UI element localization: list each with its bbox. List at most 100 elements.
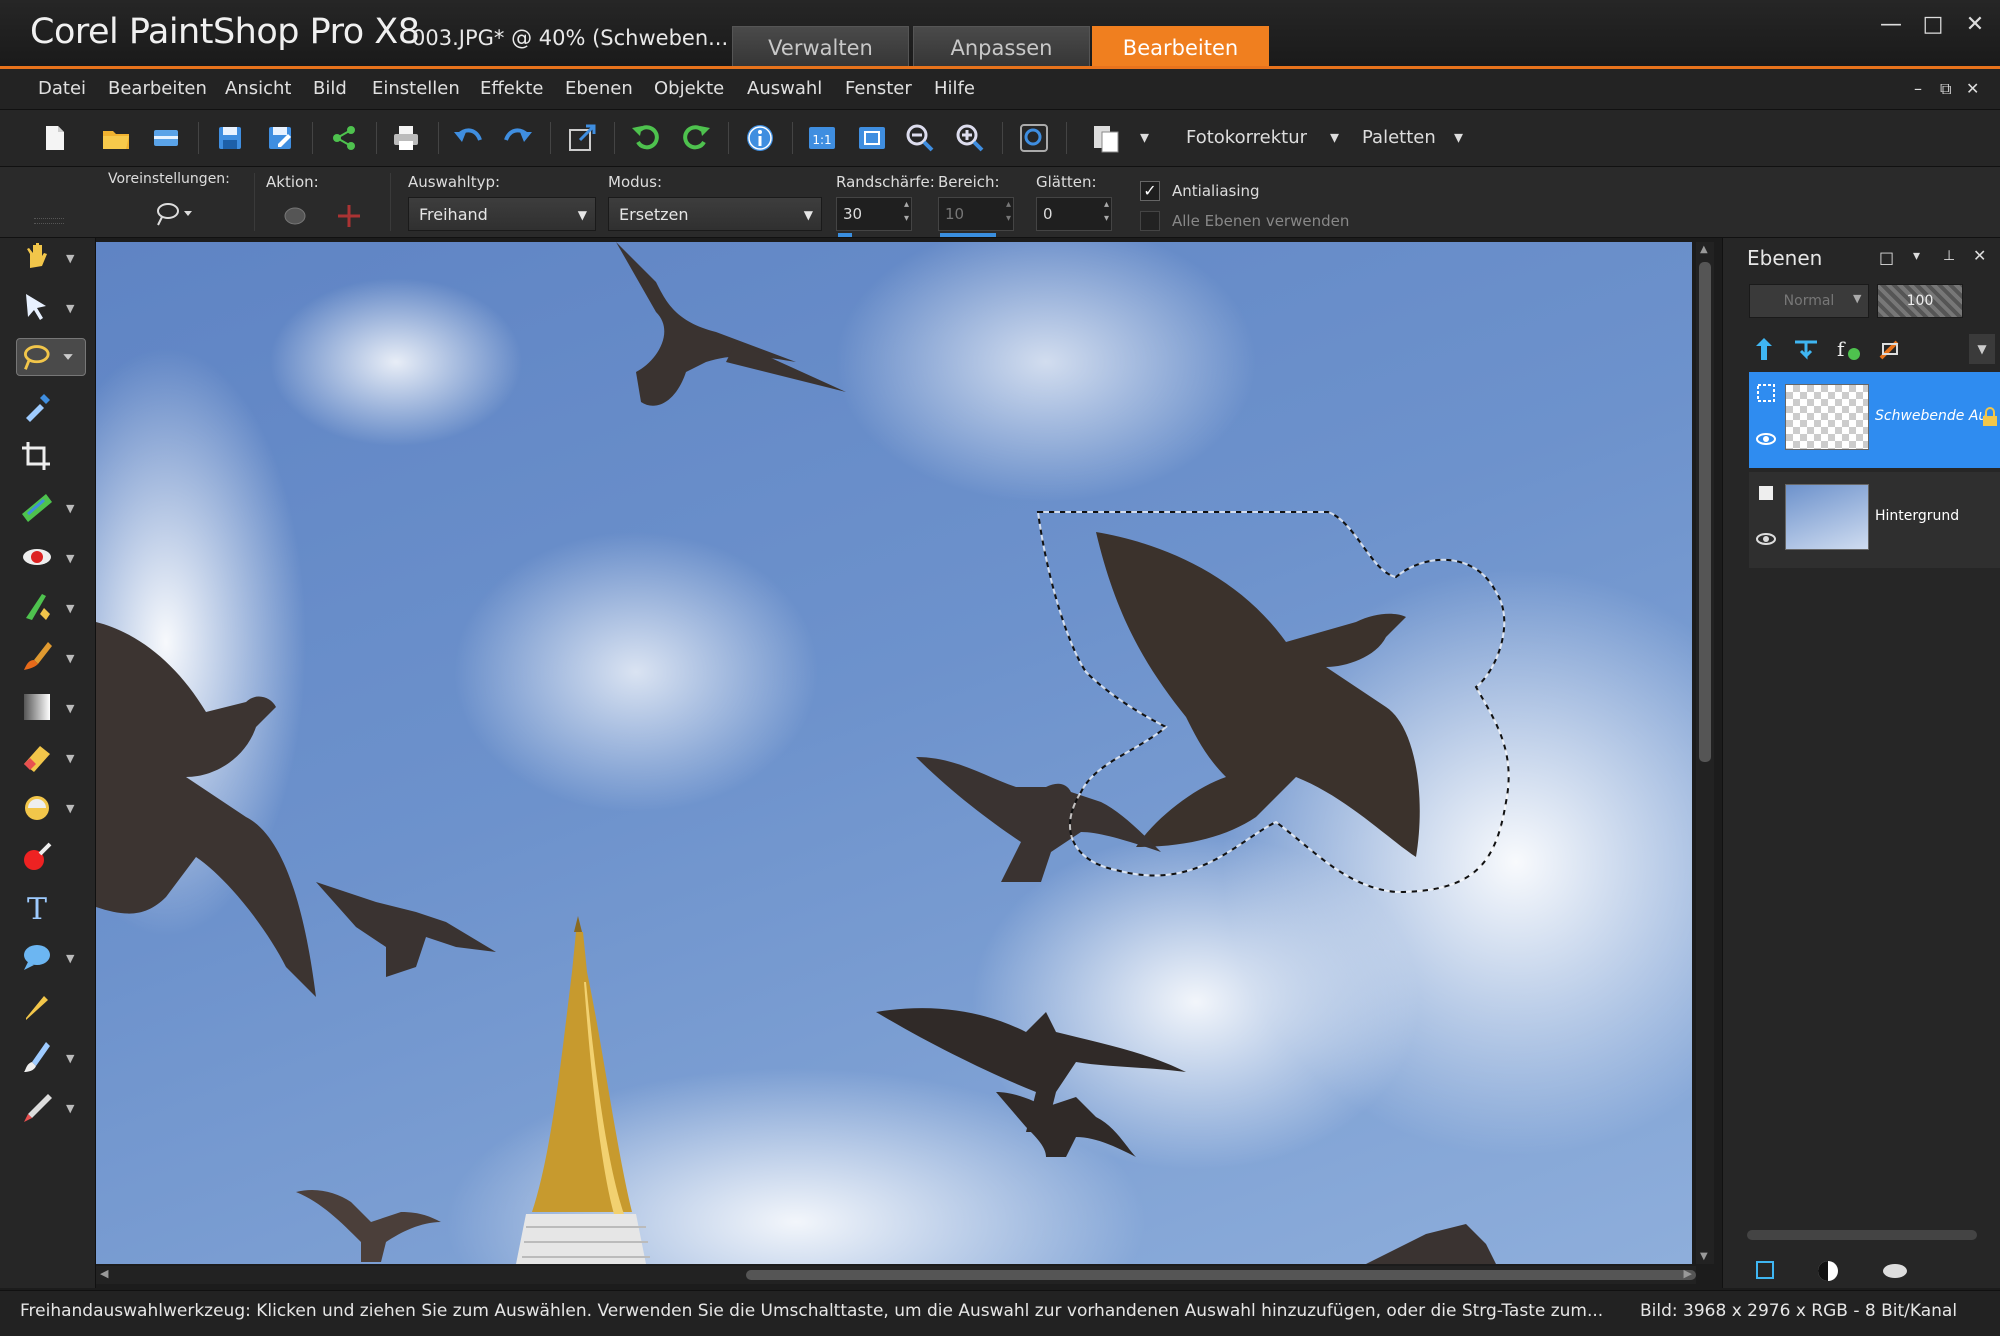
horizontal-scrollbar[interactable]: ◀ ▶	[96, 1266, 1696, 1284]
eye-icon[interactable]	[1755, 528, 1777, 550]
range-spinbox[interactable]: 10 ▴ ▾	[938, 197, 1014, 231]
chevron-down-icon[interactable]: ▼	[66, 802, 74, 815]
straighten-tool-icon[interactable]	[18, 488, 56, 526]
chevron-down-icon[interactable]: ▼	[66, 602, 74, 615]
art-media-tool-icon[interactable]	[18, 1088, 56, 1126]
panel-menu-icon[interactable]: ▾	[1913, 248, 1920, 264]
rotate-right-icon[interactable]	[680, 122, 712, 154]
redo-icon[interactable]	[502, 122, 534, 154]
chevron-down-icon[interactable]: ▼	[66, 552, 74, 565]
chevron-down-icon[interactable]: ▼	[66, 1102, 74, 1115]
menu-einstellen[interactable]: Einstellen	[372, 78, 460, 99]
fotokorrektur-button[interactable]: Fotokorrektur	[1186, 127, 1307, 148]
fotokorrektur-dropdown-arrow[interactable]: ▾	[1330, 127, 1339, 148]
menu-ansicht[interactable]: Ansicht	[225, 78, 291, 99]
scroll-right-icon[interactable]: ▶	[1684, 1267, 1692, 1280]
image-canvas[interactable]	[96, 242, 1692, 1264]
zoom-out-icon[interactable]	[904, 122, 936, 154]
pen-tool-icon[interactable]	[18, 988, 56, 1026]
layer-row-floating[interactable]: Schwebende Auswahl	[1749, 372, 2000, 468]
feather-slider-fill[interactable]	[838, 233, 852, 237]
new-file-icon[interactable]	[38, 122, 70, 154]
opacity-slider[interactable]: 100	[1877, 284, 1963, 318]
menu-bearbeiten[interactable]: Bearbeiten	[108, 78, 207, 99]
dodge-tool-icon[interactable]	[18, 788, 56, 826]
chevron-down-icon[interactable]: ▼	[66, 952, 74, 965]
zoom-settings-icon[interactable]	[1018, 122, 1050, 154]
save-as-icon[interactable]	[264, 122, 296, 154]
info-icon[interactable]	[744, 122, 776, 154]
print-icon[interactable]	[390, 122, 422, 154]
scroll-down-icon[interactable]: ▼	[1700, 1251, 1708, 1262]
select-none-icon[interactable]	[282, 203, 308, 229]
actual-size-icon[interactable]: 1:1	[806, 122, 838, 154]
antialias-checkbox[interactable]: ✓	[1140, 181, 1160, 201]
scroll-up-icon[interactable]: ▲	[1700, 244, 1708, 255]
layer-properties-icon[interactable]	[1753, 1258, 1781, 1284]
share-icon[interactable]	[328, 122, 360, 154]
layers-horizontal-scrollbar[interactable]	[1747, 1230, 1977, 1240]
menu-objekte[interactable]: Objekte	[654, 78, 724, 99]
panel-close-icon[interactable]: ✕	[1973, 246, 1986, 265]
menu-ebenen[interactable]: Ebenen	[565, 78, 633, 99]
maximize-button[interactable]: □	[1918, 10, 1948, 40]
spin-arrows-icon[interactable]: ▴ ▾	[1104, 198, 1109, 226]
menu-datei[interactable]: Datei	[38, 78, 86, 99]
menu-bild[interactable]: Bild	[313, 78, 347, 99]
tab-anpassen[interactable]: Anpassen	[913, 26, 1090, 66]
selection-type-select[interactable]: Freihand ▼	[408, 197, 596, 231]
chevron-down-icon[interactable]: ▼	[66, 302, 74, 315]
close-button[interactable]: ✕	[1960, 10, 1990, 40]
mask-icon[interactable]	[1815, 1258, 1843, 1284]
color-replacer-tool-icon[interactable]	[18, 838, 56, 876]
pan-tool-icon[interactable]	[18, 238, 56, 276]
pin-icon[interactable]: ⊥	[1943, 248, 1955, 264]
chevron-down-icon[interactable]: ▼	[66, 1052, 74, 1065]
chevron-down-icon[interactable]: ▼	[66, 252, 74, 265]
dropper-tool-icon[interactable]	[18, 388, 56, 426]
vertical-scrollbar[interactable]: ▲ ▼	[1696, 242, 1714, 1264]
minimize-button[interactable]: —	[1876, 10, 1906, 40]
warp-brush-tool-icon[interactable]	[18, 1038, 56, 1076]
shape-tool-icon[interactable]	[18, 938, 56, 976]
scan-icon[interactable]	[150, 122, 182, 154]
spin-arrows-icon[interactable]: ▴ ▾	[904, 198, 909, 226]
mdi-close-button[interactable]: ✕	[1966, 79, 1979, 98]
mode-select[interactable]: Ersetzen ▼	[608, 197, 822, 231]
smoothing-spinbox[interactable]: 0 ▴ ▾	[1036, 197, 1112, 231]
layer-toolbar-menu-icon[interactable]: ▼	[1969, 334, 1995, 364]
scroll-left-icon[interactable]: ◀	[100, 1267, 108, 1280]
new-mask-layer-icon[interactable]	[1791, 334, 1821, 364]
eye-icon[interactable]	[1755, 428, 1777, 450]
eraser-tool-icon[interactable]	[18, 738, 56, 776]
palette-grip[interactable]	[34, 218, 64, 224]
link-icon[interactable]	[1879, 1258, 1911, 1284]
mdi-minimize-button[interactable]: –	[1914, 79, 1922, 98]
text-tool-icon[interactable]: T	[18, 888, 56, 926]
chevron-down-icon[interactable]: ▼	[66, 652, 74, 665]
layer-effects-icon[interactable]: f	[1833, 334, 1863, 364]
pick-tool-icon[interactable]	[18, 288, 56, 326]
tab-verwalten[interactable]: Verwalten	[732, 26, 909, 66]
delete-layer-icon[interactable]	[1875, 334, 1905, 364]
toolbar-dropdown-arrow[interactable]: ▾	[1140, 127, 1149, 148]
makeover-tool-icon[interactable]	[18, 588, 56, 626]
paletten-button[interactable]: Paletten	[1362, 127, 1436, 148]
fit-window-icon[interactable]	[856, 122, 888, 154]
resize-icon[interactable]	[566, 122, 598, 154]
rotate-left-icon[interactable]	[630, 122, 662, 154]
chevron-down-icon[interactable]: ▼	[66, 752, 74, 765]
fill-tool-icon[interactable]	[18, 688, 56, 726]
paletten-dropdown-arrow[interactable]: ▾	[1454, 127, 1463, 148]
open-folder-icon[interactable]	[100, 122, 132, 154]
vertical-scroll-thumb[interactable]	[1699, 262, 1711, 762]
spin-arrows-icon[interactable]: ▴ ▾	[1006, 198, 1011, 226]
convert-to-layer-icon[interactable]	[336, 203, 362, 229]
paint-brush-tool-icon[interactable]	[18, 638, 56, 676]
presets-dropdown-icon[interactable]	[154, 199, 194, 227]
red-eye-tool-icon[interactable]	[18, 538, 56, 576]
all-layers-checkbox[interactable]	[1140, 211, 1160, 231]
paste-icon[interactable]	[1090, 122, 1122, 154]
horizontal-scroll-thumb[interactable]	[746, 1270, 1696, 1280]
layer-row-background[interactable]: Hintergrund	[1749, 472, 2000, 568]
